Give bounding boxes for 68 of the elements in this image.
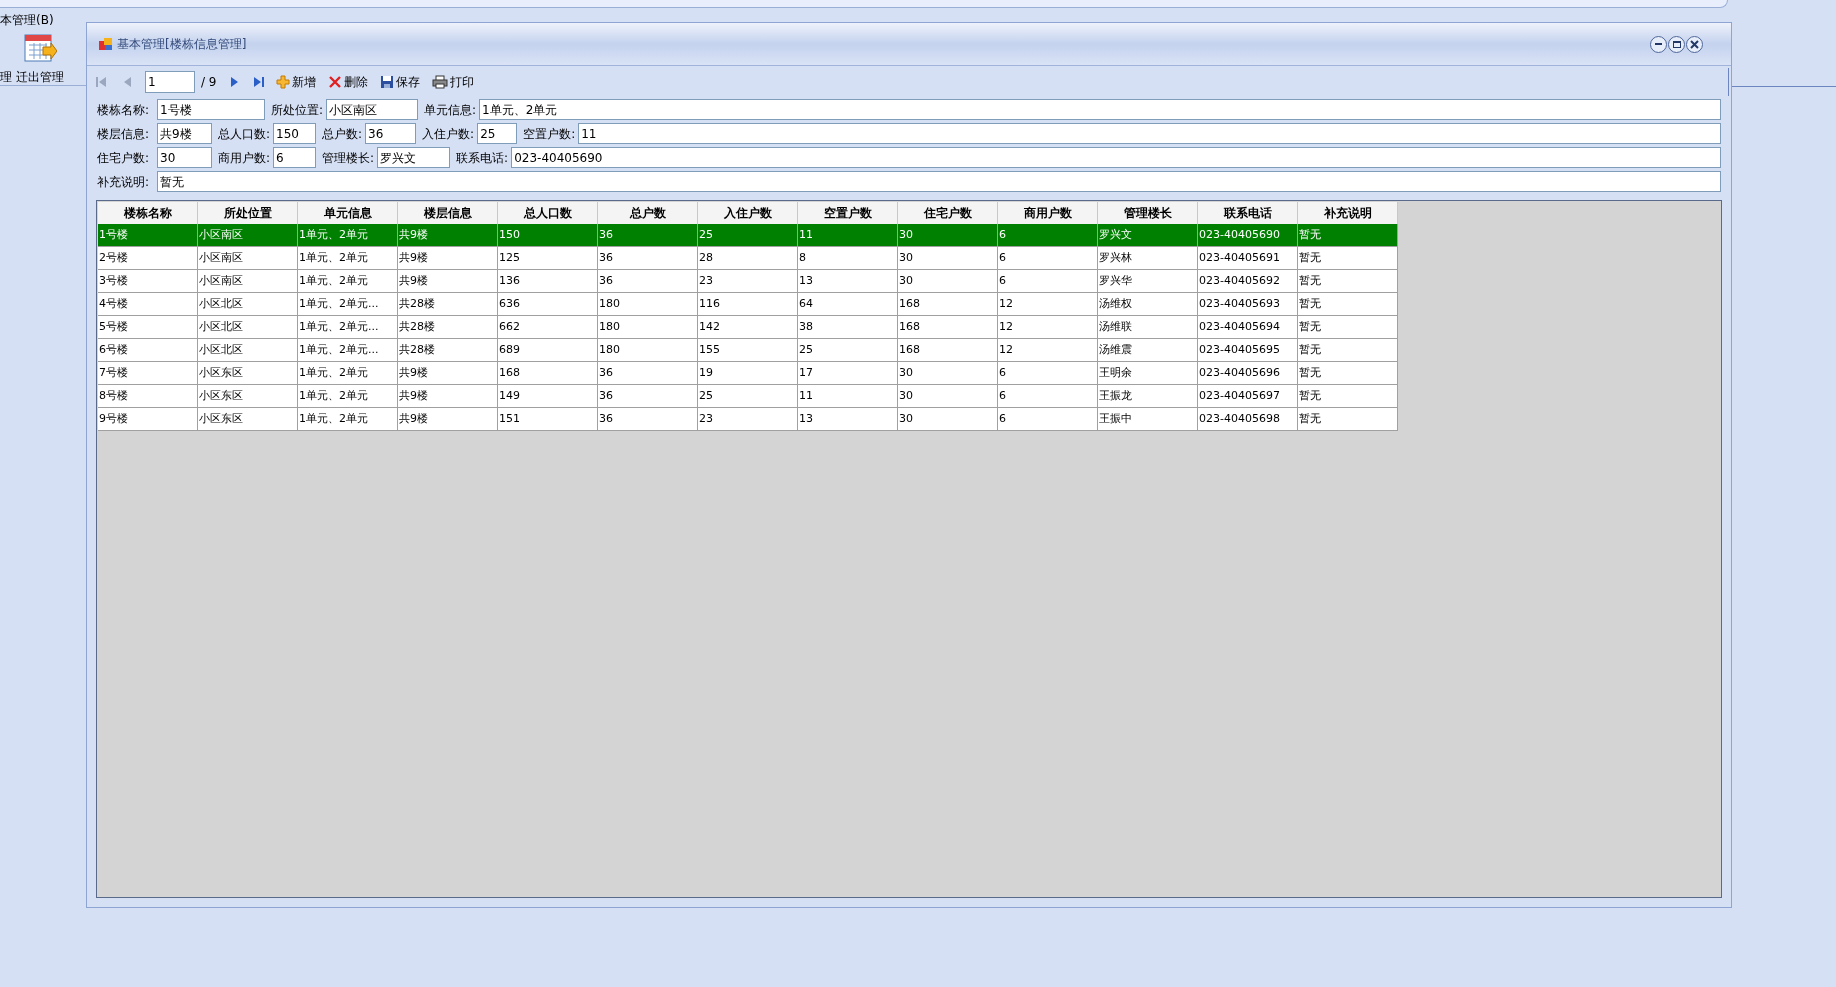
table-cell: 小区东区 [198, 408, 298, 431]
table-row[interactable]: 4号楼 小区北区 1单元、2单元... 共28楼 636 180 116 64 168 12 汤维权 023-40405693 暂无 [98, 293, 1398, 316]
table-row[interactable]: 1号楼 小区南区 1单元、2单元 共9楼 150 36 25 11 30 6 罗兴文 023-40405690 暂无 [98, 224, 1398, 247]
field-label: 楼层信息: [97, 125, 151, 143]
save-button[interactable]: 保存 [378, 71, 421, 93]
table-row[interactable]: 5号楼 小区北区 1单元、2单元... 共28楼 662 180 142 38 168 12 汤维联 023-40405694 暂无 [98, 316, 1398, 339]
window-title: 基本管理[楼栋信息管理] [117, 36, 247, 53]
table-cell: 暂无 [1298, 408, 1398, 431]
text-field[interactable]: 1号楼 [157, 99, 265, 120]
table-row[interactable]: 9号楼 小区东区 1单元、2单元 共9楼 151 36 23 13 30 6 王振中 023-40405698 暂无 [98, 408, 1398, 431]
table-cell: 9号楼 [98, 408, 198, 431]
page-count: / 9 [201, 74, 217, 91]
table-cell: 6 [998, 408, 1098, 431]
field-label: 住宅户数: [97, 149, 151, 167]
delete-button[interactable]: 删除 [326, 71, 369, 93]
field-label: 管理楼长: [322, 149, 375, 167]
table-cell: 13 [798, 408, 898, 431]
text-field[interactable]: 小区南区 [326, 99, 419, 120]
text-field[interactable]: 6 [273, 147, 317, 168]
field-label: 单元信息: [424, 101, 477, 119]
maximize-button[interactable] [1668, 35, 1685, 53]
table-row[interactable]: 7号楼 小区东区 1单元、2单元 共9楼 168 36 19 17 30 6 王明余 023-40405696 暂无 [98, 362, 1398, 385]
text-field[interactable]: 暂无 [157, 171, 1721, 192]
text-field[interactable]: 36 [365, 123, 417, 144]
plus-icon [275, 75, 290, 89]
add-button[interactable]: 新增 [274, 71, 317, 93]
field-label: 楼栋名称: [97, 101, 151, 119]
window-icon [99, 37, 113, 51]
close-icon [1690, 39, 1699, 49]
last-icon[interactable] [252, 76, 265, 88]
table-cell: 023-40405698 [1198, 408, 1298, 431]
table-cell: 23 [698, 408, 798, 431]
text-field[interactable]: 023-40405690 [511, 147, 1721, 168]
text-field[interactable]: 罗兴文 [377, 147, 451, 168]
minimize-button[interactable] [1650, 35, 1667, 53]
toolbar-label[interactable]: 迁出管理 [16, 71, 64, 83]
table-cell: 30 [898, 408, 998, 431]
text-field[interactable]: 11 [578, 123, 1721, 144]
table-cell: 王振中 [1098, 408, 1198, 431]
field-label: 入住户数: [422, 125, 475, 143]
menu-item[interactable]: 本管理(B) [0, 14, 54, 26]
table-row[interactable]: 3号楼 小区南区 1单元、2单元 共9楼 136 36 23 13 30 6 罗兴华 023-40405692 暂无 [98, 270, 1398, 293]
field-label: 所处位置: [271, 101, 324, 119]
text-field[interactable]: 1单元、2单元 [479, 99, 1721, 120]
text-field[interactable]: 25 [477, 123, 518, 144]
field-label: 空置户数: [523, 125, 576, 143]
table-cell: 36 [598, 408, 698, 431]
close-icon [327, 75, 342, 89]
field-label: 补充说明: [97, 173, 151, 191]
table-row[interactable]: 8号楼 小区东区 1单元、2单元 共9楼 149 36 25 11 30 6 王振龙 023-40405697 暂无 [98, 385, 1398, 408]
field-label: 联系电话: [456, 149, 509, 167]
close-button[interactable] [1686, 35, 1703, 53]
print-button[interactable]: 打印 [430, 71, 475, 93]
text-field[interactable]: 150 [273, 123, 317, 144]
field-label: 总户数: [322, 125, 363, 143]
text-field[interactable]: 30 [157, 147, 212, 168]
table-row[interactable]: 6号楼 小区北区 1单元、2单元... 共28楼 689 180 155 25 168 12 汤维震 023-40405695 暂无 [98, 339, 1398, 362]
table-cell: 共9楼 [398, 408, 498, 431]
printer-icon [431, 75, 448, 89]
field-label: 总人口数: [218, 125, 271, 143]
table-cell: 151 [498, 408, 598, 431]
table-cell: 1单元、2单元 [298, 408, 398, 431]
table-row[interactable]: 2号楼 小区南区 1单元、2单元 共9楼 125 36 28 8 30 6 罗兴林 023-40405691 暂无 [98, 247, 1398, 270]
calendar-icon [23, 33, 57, 65]
text-field[interactable]: 共9楼 [157, 123, 212, 144]
field-label: 商用户数: [218, 149, 271, 167]
position-field[interactable]: 1 [145, 71, 195, 93]
toolbar-label[interactable]: 理 [0, 71, 12, 83]
